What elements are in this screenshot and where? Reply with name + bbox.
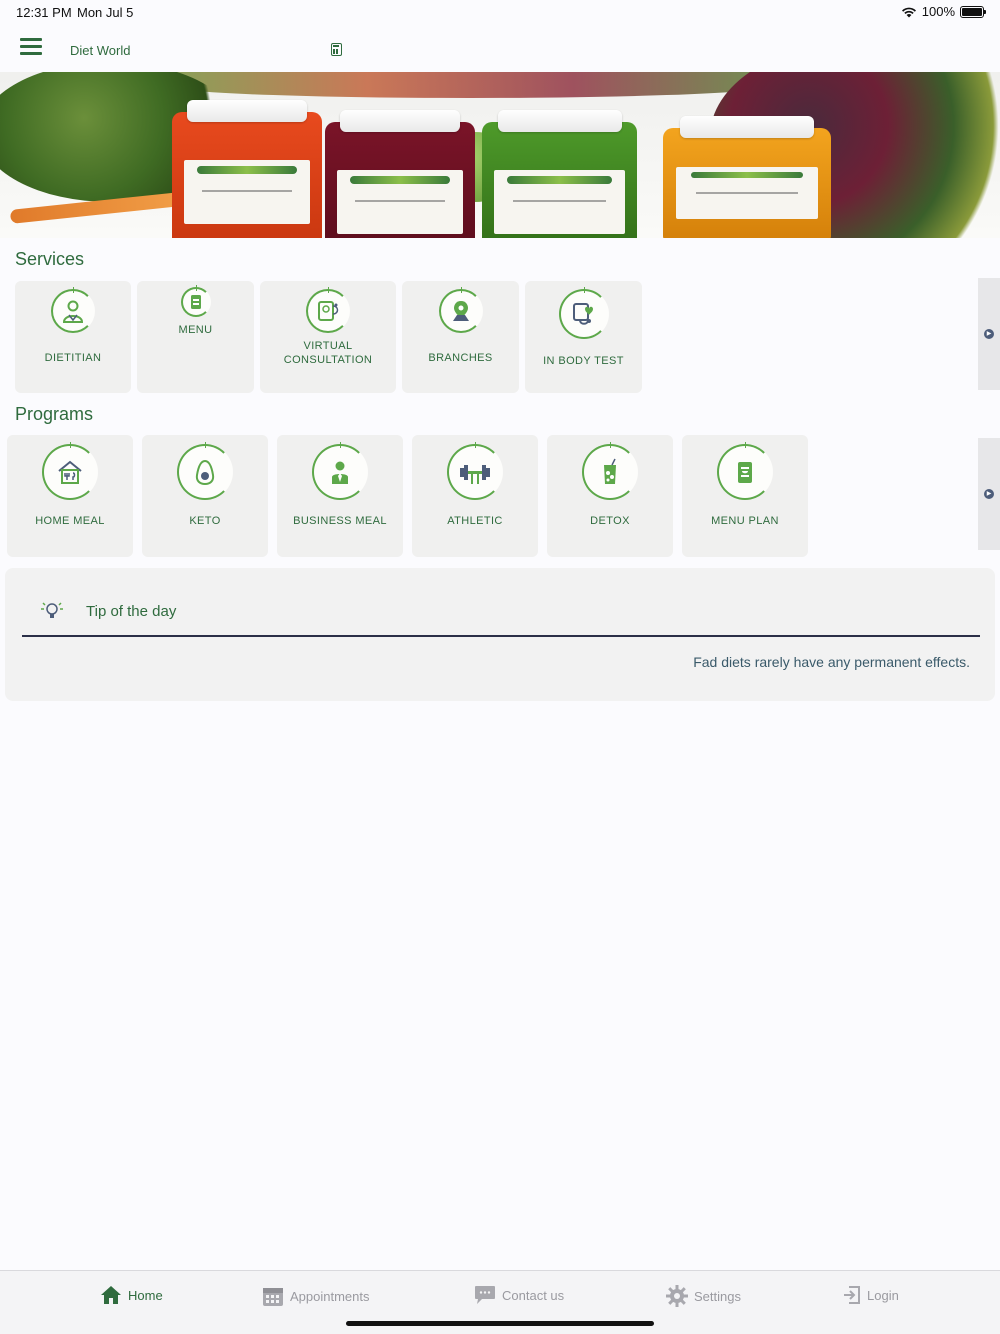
dumbbell-icon xyxy=(447,442,503,500)
program-card-detox[interactable]: DETOX xyxy=(547,435,673,557)
program-card-home-meal[interactable]: HOME MEAL xyxy=(7,435,133,557)
home-icon xyxy=(101,1286,121,1304)
service-label: VIRTUAL CONSULTATION xyxy=(283,340,373,366)
business-person-icon xyxy=(312,442,368,500)
tab-contact-us[interactable]: Contact us xyxy=(474,1285,564,1305)
status-time: 12:31 PM xyxy=(16,5,72,20)
tip-divider xyxy=(22,635,980,637)
juice-jar-orange xyxy=(172,100,322,238)
services-scroll-handle[interactable]: ▶ xyxy=(978,278,1000,390)
calendar-icon xyxy=(263,1288,283,1306)
wifi-icon xyxy=(901,7,916,17)
program-card-keto[interactable]: KETO xyxy=(142,435,268,557)
tab-label: Home xyxy=(128,1287,163,1303)
juice-jar-green xyxy=(482,110,637,238)
login-icon xyxy=(844,1286,860,1304)
tab-label: Appointments xyxy=(290,1288,370,1304)
dietitian-icon xyxy=(51,287,95,333)
tab-label: Login xyxy=(867,1287,899,1303)
service-card-branches[interactable]: BRANCHES xyxy=(402,281,519,393)
tab-settings[interactable]: Settings xyxy=(666,1285,741,1307)
program-card-menu-plan[interactable]: MENU PLAN xyxy=(682,435,808,557)
detox-juice-icon xyxy=(582,442,638,500)
tip-title: Tip of the day xyxy=(86,603,177,620)
virtual-consultation-icon xyxy=(306,287,350,333)
service-label: MENU xyxy=(178,324,213,336)
app-title: Diet World xyxy=(70,43,131,58)
battery-icon xyxy=(960,5,986,18)
programs-scroll-handle[interactable]: ▶ xyxy=(978,438,1000,550)
program-label: DETOX xyxy=(590,515,630,527)
scroll-right-icon: ▶ xyxy=(984,489,994,499)
service-card-dietitian[interactable]: DIETITIAN xyxy=(15,281,131,393)
service-label: BRANCHES xyxy=(428,352,493,364)
tab-appointments[interactable]: Appointments xyxy=(262,1285,370,1307)
nav-bar: Diet World xyxy=(0,24,1000,72)
battery-percent: 100% xyxy=(921,4,955,19)
service-card-virtual-consultation[interactable]: VIRTUAL CONSULTATION xyxy=(260,281,396,393)
juice-jar-red xyxy=(325,110,475,238)
status-right: 100% xyxy=(901,4,986,19)
blood-pressure-icon xyxy=(558,287,609,339)
hamburger-menu-icon[interactable] xyxy=(20,38,42,56)
juice-jar-yellow xyxy=(663,116,831,238)
program-label: ATHLETIC xyxy=(447,515,503,527)
program-label: KETO xyxy=(189,515,221,527)
tab-label: Contact us xyxy=(502,1287,565,1303)
program-label: HOME MEAL xyxy=(35,515,105,527)
service-card-menu[interactable]: MENU xyxy=(137,281,254,393)
programs-row: HOME MEAL KETO BUSINESS MEAL ATHLETIC DE… xyxy=(7,435,808,557)
home-indicator xyxy=(346,1321,654,1326)
services-row: DIETITIAN MENU VIRTUAL CONSULTATION BRAN… xyxy=(15,281,642,393)
tab-login[interactable]: Login xyxy=(843,1285,899,1305)
map-pin-icon xyxy=(438,287,483,333)
program-card-business-meal[interactable]: BUSINESS MEAL xyxy=(277,435,403,557)
menu-icon xyxy=(180,285,211,317)
service-card-in-body-test[interactable]: IN BODY TEST xyxy=(525,281,642,393)
service-label: IN BODY TEST xyxy=(543,355,624,367)
programs-title: Programs xyxy=(15,404,94,424)
scroll-right-icon: ▶ xyxy=(984,329,994,339)
services-title: Services xyxy=(15,249,85,269)
program-label: BUSINESS MEAL xyxy=(293,515,387,527)
tab-home[interactable]: Home xyxy=(100,1285,163,1305)
avocado-icon xyxy=(177,442,233,500)
hero-banner xyxy=(0,72,1000,238)
chat-bubble-icon xyxy=(475,1286,495,1304)
home-meal-icon xyxy=(42,442,98,500)
service-label: DIETITIAN xyxy=(44,352,102,364)
program-card-athletic[interactable]: ATHLETIC xyxy=(412,435,538,557)
status-bar: 12:31 PM Mon Jul 5 100% xyxy=(0,0,1000,24)
tab-label: Settings xyxy=(694,1288,741,1304)
program-label: MENU PLAN xyxy=(711,515,779,527)
gear-icon xyxy=(666,1285,688,1307)
lightbulb-icon xyxy=(41,602,63,618)
calculator-icon[interactable] xyxy=(331,43,342,56)
status-date: Mon Jul 5 xyxy=(77,5,134,20)
menu-plan-icon xyxy=(717,442,773,500)
tip-card: Tip of the day Fad diets rarely have any… xyxy=(5,568,995,701)
tip-text: Fad diets rarely have any permanent effe… xyxy=(693,654,970,670)
